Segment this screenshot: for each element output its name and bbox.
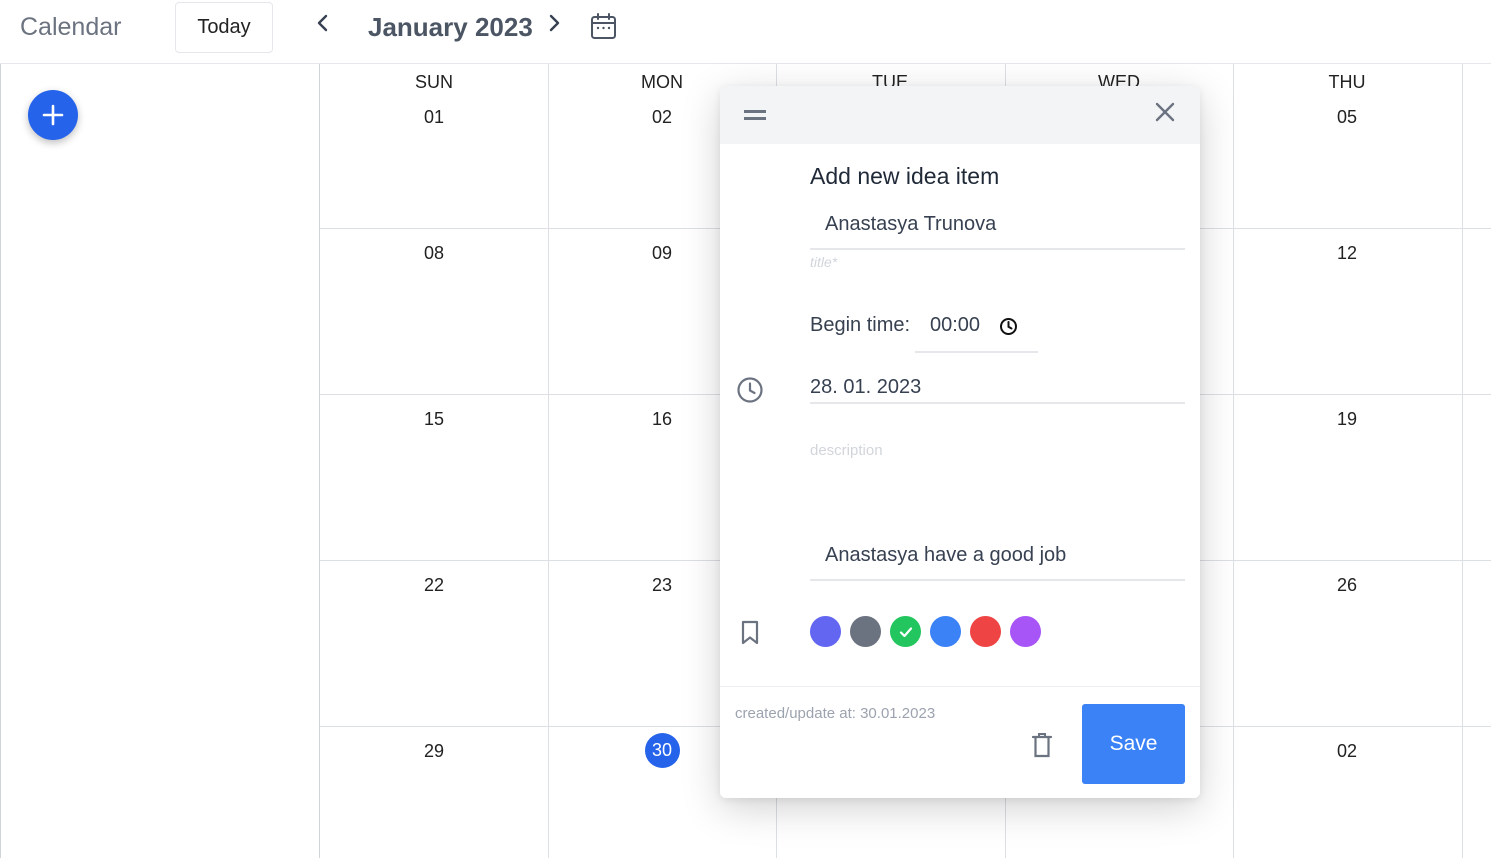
grid-column-divider xyxy=(1462,64,1463,858)
app-header: Calendar Today January 2023 xyxy=(0,0,1491,64)
dialog-header xyxy=(720,86,1200,144)
close-button[interactable] xyxy=(1153,100,1177,124)
day-cell[interactable]: 22 xyxy=(320,575,548,596)
day-cell[interactable]: 08 xyxy=(320,243,548,264)
day-cell[interactable]: 15 xyxy=(320,409,548,430)
color-swatch-indigo[interactable] xyxy=(810,616,841,647)
day-cell[interactable]: 19 xyxy=(1233,409,1461,430)
day-cell[interactable]: 29 xyxy=(320,741,548,762)
clock-icon xyxy=(1000,318,1017,335)
save-button[interactable]: Save xyxy=(1082,704,1185,784)
calendar-icon xyxy=(591,13,616,39)
prev-month-button[interactable] xyxy=(310,10,336,36)
updated-at-text: created/update at: 30.01.2023 xyxy=(735,705,936,722)
today-button[interactable]: Today xyxy=(175,2,273,53)
drag-handle-icon[interactable] xyxy=(744,110,766,120)
color-swatch-red[interactable] xyxy=(970,616,1001,647)
clock-icon xyxy=(737,377,763,403)
grid-column-divider xyxy=(1233,64,1234,858)
title-underline xyxy=(810,248,1185,250)
description-underline xyxy=(810,579,1185,581)
time-underline xyxy=(915,351,1038,353)
close-icon xyxy=(1155,102,1175,122)
next-month-button[interactable] xyxy=(541,10,567,36)
label-color-section xyxy=(740,620,760,646)
color-swatch-purple[interactable] xyxy=(1010,616,1041,647)
description-input[interactable] xyxy=(810,535,1185,575)
begin-time-label: Begin time: xyxy=(810,314,911,336)
chevron-left-icon xyxy=(317,14,328,32)
add-idea-dialog: Add new idea item title* Begin time: 00:… xyxy=(720,86,1200,798)
bookmark-icon xyxy=(741,620,759,645)
date-picker-button[interactable] xyxy=(590,12,617,41)
day-name-thu: THU xyxy=(1328,72,1366,92)
time-picker-button[interactable] xyxy=(999,317,1018,336)
today-indicator: 30 xyxy=(644,733,680,768)
day-cell[interactable]: 02 xyxy=(1233,741,1461,762)
day-name-sun: SUN xyxy=(414,72,453,92)
title-input[interactable] xyxy=(810,204,1185,244)
color-swatch-green-selected[interactable] xyxy=(890,616,921,647)
trash-icon xyxy=(1031,733,1053,758)
day-cell[interactable]: 26 xyxy=(1233,575,1461,596)
checkmark-icon xyxy=(899,626,912,637)
day-cell[interactable]: 05 xyxy=(1233,107,1461,128)
dialog-footer: created/update at: 30.01.2023 Save xyxy=(720,686,1200,798)
schedule-icon xyxy=(736,376,764,404)
color-swatch-gray[interactable] xyxy=(850,616,881,647)
date-input[interactable]: 28. 01. 2023 xyxy=(810,376,921,399)
sidebar xyxy=(0,64,320,858)
description-hint: description xyxy=(810,442,883,459)
add-event-button[interactable] xyxy=(28,90,78,140)
app-title: Calendar xyxy=(20,13,122,41)
begin-time-input[interactable]: 00:00 xyxy=(930,314,980,337)
day-cell[interactable]: 12 xyxy=(1233,243,1461,264)
chevron-right-icon xyxy=(549,14,560,32)
delete-button[interactable] xyxy=(1030,731,1054,759)
dialog-title: Add new idea item xyxy=(810,163,1000,189)
month-title: January 2023 xyxy=(368,12,533,42)
plus-icon xyxy=(42,104,64,126)
date-underline xyxy=(810,402,1185,404)
color-swatch-blue[interactable] xyxy=(930,616,961,647)
day-cell[interactable]: 01 xyxy=(320,107,548,128)
title-hint: title* xyxy=(810,254,838,270)
